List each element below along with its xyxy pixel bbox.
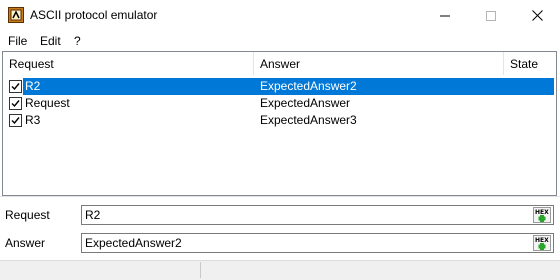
menu-help[interactable]: ? bbox=[74, 34, 81, 48]
close-icon bbox=[531, 10, 543, 21]
panel-divider bbox=[0, 196, 560, 197]
table-row[interactable]: R2 ExpectedAnswer2 bbox=[3, 78, 554, 95]
hex-add-icon: HEX bbox=[533, 235, 551, 251]
table-row[interactable]: R3 ExpectedAnswer3 bbox=[3, 112, 554, 129]
column-header-state[interactable]: State bbox=[504, 52, 557, 75]
column-header-request[interactable]: Request bbox=[3, 52, 254, 75]
answer-hex-button[interactable]: HEX bbox=[533, 235, 551, 251]
answer-field-box: HEX bbox=[81, 233, 554, 253]
checkmark-icon bbox=[11, 117, 20, 125]
cell-answer: ExpectedAnswer3 bbox=[260, 113, 357, 127]
answer-label: Answer bbox=[5, 236, 46, 250]
request-input[interactable] bbox=[85, 207, 525, 223]
minimize-button[interactable] bbox=[422, 0, 468, 31]
request-hex-button[interactable]: HEX bbox=[533, 207, 551, 223]
row-checkbox[interactable] bbox=[9, 97, 22, 110]
request-field-box: HEX bbox=[81, 205, 554, 225]
status-bar-divider bbox=[200, 262, 201, 278]
menu-edit[interactable]: Edit bbox=[40, 34, 61, 48]
request-label: Request bbox=[5, 208, 50, 222]
cell-request: R3 bbox=[25, 113, 41, 127]
table-row[interactable]: Request ExpectedAnswer bbox=[3, 95, 554, 112]
cell-state bbox=[505, 78, 554, 95]
app-icon bbox=[8, 7, 24, 23]
checkmark-icon bbox=[11, 83, 20, 91]
close-button[interactable] bbox=[514, 0, 560, 31]
maximize-button bbox=[468, 0, 514, 31]
answer-input[interactable] bbox=[85, 235, 525, 251]
maximize-icon bbox=[486, 10, 496, 21]
svg-text:HEX: HEX bbox=[535, 209, 549, 216]
svg-text:HEX: HEX bbox=[535, 237, 549, 244]
minimize-icon bbox=[440, 15, 450, 16]
window-title: ASCII protocol emulator bbox=[30, 8, 158, 22]
row-checkbox[interactable] bbox=[9, 80, 22, 93]
column-header-answer[interactable]: Answer bbox=[254, 52, 504, 75]
hex-add-icon: HEX bbox=[533, 207, 551, 223]
menu-bar bbox=[0, 31, 560, 50]
cell-request: R2 bbox=[23, 78, 255, 95]
status-bar bbox=[0, 260, 560, 280]
cell-request: Request bbox=[25, 96, 70, 110]
request-list[interactable]: Request Answer State R2 ExpectedAnswer2 … bbox=[2, 51, 557, 196]
checkmark-icon bbox=[11, 100, 20, 108]
menu-file[interactable]: File bbox=[8, 34, 27, 48]
cell-answer: ExpectedAnswer bbox=[260, 96, 351, 110]
cell-state bbox=[505, 112, 554, 129]
cell-answer: ExpectedAnswer2 bbox=[255, 78, 505, 95]
row-checkbox[interactable] bbox=[9, 114, 22, 127]
cell-state bbox=[505, 95, 554, 112]
